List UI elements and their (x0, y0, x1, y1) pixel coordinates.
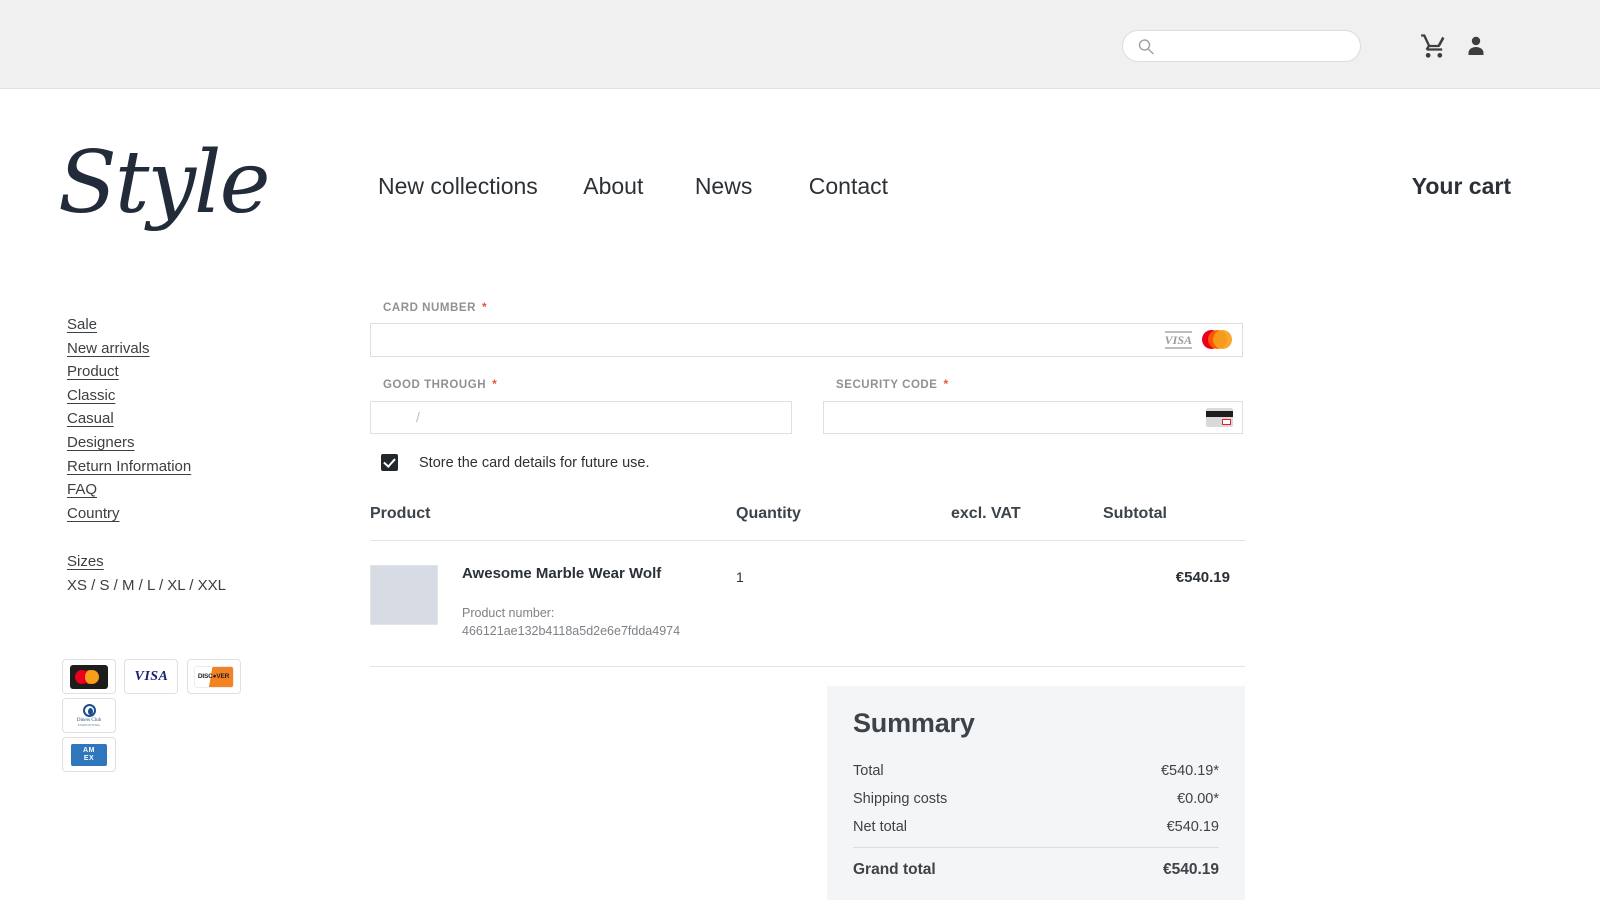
product-name[interactable]: Awesome Marble Wear Wolf (462, 565, 680, 582)
discover-badge-icon: DISC●VER (186, 659, 241, 694)
sidebar-item-new-arrivals[interactable]: New arrivals (67, 337, 287, 361)
search-icon (1137, 38, 1155, 56)
product-excl-vat (951, 565, 1103, 640)
cvv-card-icon (1206, 408, 1233, 427)
nav-item-contact[interactable]: Contact (809, 173, 888, 200)
summary-label-shipping: Shipping costs (853, 791, 948, 807)
required-asterisk: * (481, 300, 488, 314)
sidebar-links: Sale New arrivals Product Classic Casual… (67, 313, 287, 598)
sidebar-item-designers[interactable]: Designers (67, 431, 287, 455)
summary-row-grand-total: Grand total €540.19 (853, 861, 1219, 879)
required-asterisk: * (943, 377, 949, 391)
product-thumbnail[interactable] (370, 565, 438, 625)
summary-label-total: Total (853, 763, 884, 779)
sidebar-sizes-values[interactable]: XS / S / M / L / XL / XXL (67, 574, 287, 598)
sidebar-item-return-information[interactable]: Return Information (67, 455, 287, 479)
product-subtotal: €540.19 (1175, 569, 1230, 586)
store-card-label: Store the card details for future use. (419, 454, 650, 471)
top-utility-bar (0, 0, 1600, 89)
summary-value-net-total: €540.19 (1166, 819, 1219, 835)
summary-value-total: €540.19* (1160, 763, 1219, 779)
user-account-icon[interactable] (1464, 32, 1488, 60)
sidebar-item-country[interactable]: Country (67, 502, 287, 526)
main-navigation: New collections About News Contact (378, 173, 888, 205)
order-summary-panel: Summary Total €540.19* Shipping costs €0… (827, 686, 1245, 900)
sidebar-item-product[interactable]: Product (67, 360, 287, 384)
summary-row-net-total: Net total €540.19 (853, 819, 1219, 835)
column-header-product: Product (370, 505, 431, 522)
mastercard-glyph (70, 664, 108, 689)
search-input[interactable] (1122, 30, 1361, 62)
nav-item-about[interactable]: About (583, 173, 643, 200)
mastercard-icon (1202, 330, 1232, 349)
summary-label-net-total: Net total (853, 819, 907, 835)
sidebar-item-classic[interactable]: Classic (67, 384, 287, 408)
card-brand-icons: VISA (1164, 330, 1232, 349)
nav-item-news[interactable]: News (695, 173, 753, 200)
sidebar-item-sale[interactable]: Sale (67, 313, 287, 337)
visa-badge-icon: VISA (124, 659, 179, 694)
cart-product-cell: Awesome Marble Wear Wolf Product number:… (370, 565, 736, 640)
table-row: Awesome Marble Wear Wolf Product number:… (370, 541, 1245, 667)
cart-table: Product Quantity excl. VAT Subtotal Awes… (370, 505, 1245, 667)
mastercard-badge-icon (62, 659, 116, 694)
summary-divider (853, 847, 1219, 848)
good-through-label: GOOD THROUGH * (383, 377, 498, 391)
sidebar-item-casual[interactable]: Casual (67, 407, 287, 431)
product-number-value: 466121ae132b4118a5d2e6e7fdda4974 (462, 624, 681, 638)
summary-value-grand-total: €540.19 (1162, 861, 1219, 878)
summary-row-total: Total €540.19* (853, 763, 1219, 779)
amex-badge-icon: AM EX (62, 737, 116, 772)
product-subtotal-cell: €540.19 (1103, 565, 1245, 640)
nav-item-new-collections[interactable]: New collections (378, 173, 538, 200)
accepted-payment-badges: VISA DISC●VER Diners Club INTERNATIONAL … (62, 659, 252, 776)
summary-row-shipping: Shipping costs €0.00* (853, 791, 1219, 807)
card-number-input[interactable]: VISA (370, 323, 1243, 357)
product-quantity: 1 (736, 569, 744, 585)
good-through-placeholder: / (416, 409, 420, 425)
security-code-label: SECURITY CODE * (836, 377, 949, 391)
shopping-cart-icon[interactable] (1420, 32, 1448, 60)
sidebar-sizes-block: Sizes XS / S / M / L / XL / XXL (67, 550, 287, 597)
column-header-excl-vat: excl. VAT (951, 505, 1021, 522)
product-number-label: Product number: (462, 606, 555, 620)
required-asterisk: * (492, 377, 498, 391)
cart-table-header: Product Quantity excl. VAT Subtotal (370, 505, 1245, 541)
store-card-checkbox[interactable] (381, 454, 398, 471)
card-number-label: CARD NUMBER * (383, 300, 488, 314)
sidebar-sizes-heading[interactable]: Sizes (67, 550, 287, 574)
your-cart-link[interactable]: Your cart (1412, 173, 1511, 200)
store-card-details-row[interactable]: Store the card details for future use. (381, 454, 650, 471)
summary-title: Summary (853, 708, 975, 738)
visa-icon: VISA (1164, 330, 1192, 349)
column-header-quantity: Quantity (736, 505, 801, 522)
column-header-subtotal: Subtotal (1103, 505, 1167, 522)
summary-label-grand-total: Grand total (853, 861, 936, 878)
diners-club-badge-icon: Diners Club INTERNATIONAL (62, 698, 116, 733)
brand-logo[interactable]: Style (58, 128, 270, 238)
sidebar-item-faq[interactable]: FAQ (67, 478, 287, 502)
summary-value-shipping: €0.00* (1177, 791, 1219, 807)
good-through-input[interactable]: / (370, 401, 792, 434)
security-code-input[interactable] (823, 401, 1243, 434)
